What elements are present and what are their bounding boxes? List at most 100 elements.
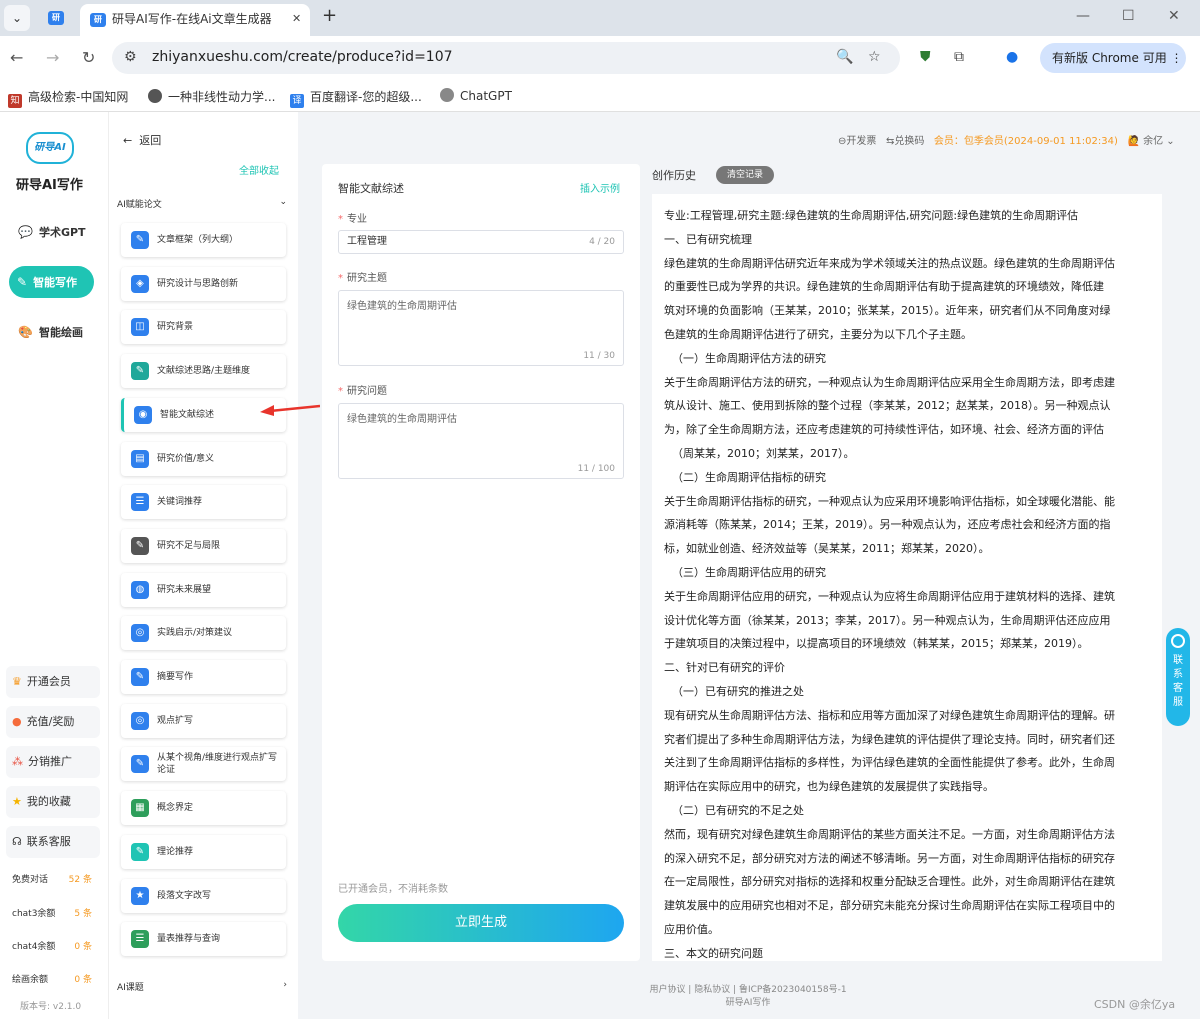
history-line: 为，除了全生命周期方法，还应考虑建筑的可持续性评估，如环境、社会、经济方面的评估 xyxy=(664,423,1104,437)
history-line: 筑从设计、施工、使用到拆除的整个过程（李某某，2012；赵某某，2018）。另一… xyxy=(664,399,1111,413)
back-icon[interactable]: ← xyxy=(10,48,23,67)
tool-card[interactable]: ◎ 实践启示/对策建议 xyxy=(121,616,286,651)
extensions-puzzle-icon[interactable]: ⧉ xyxy=(954,49,964,65)
bookmarks-bar: 知高级检索-中国知网 一种非线性动力学... 译百度翻译-您的超级... Cha… xyxy=(0,80,1200,112)
history-line: 一、已有研究梳理 xyxy=(664,232,752,246)
back-link[interactable]: ← 返回 xyxy=(123,132,161,148)
tool-icon: ☰ xyxy=(131,930,149,949)
tool-card[interactable]: ★ 段落文字改写 xyxy=(121,878,286,913)
service-label: 联系客服 xyxy=(1173,655,1183,708)
major-input[interactable]: 工程管理 4 / 20 xyxy=(338,230,624,254)
logo: 研导AI xyxy=(26,132,74,164)
group-ai-paper[interactable]: AI赋能论文 ⌄ xyxy=(117,197,287,210)
tool-label: 研究不足与局限 xyxy=(157,540,221,551)
chevron-right-icon: › xyxy=(283,980,287,990)
nav-smart-drawing[interactable]: 🎨 智能绘画 xyxy=(10,316,95,348)
tool-card[interactable]: ▤ 研究价值/意义 xyxy=(121,441,286,476)
footer: 用户协议 | 隐私协议 | 鲁ICP备2023040158号-1 研导AI写作 xyxy=(598,984,898,1010)
tool-icon: ✎ xyxy=(131,755,149,774)
footer-links[interactable]: 用户协议 | 隐私协议 | 鲁ICP备2023040158号-1 xyxy=(598,984,898,997)
tool-icon: ☰ xyxy=(131,493,149,512)
star-icon: ★ xyxy=(12,795,22,808)
history-line: 专业:工程管理,研究主题:绿色建筑的生命周期评估,研究问题:绿色建筑的生命周期评… xyxy=(664,209,1079,222)
window-close-icon[interactable]: ✕ xyxy=(1168,8,1180,24)
site-settings-icon[interactable]: ⚙ xyxy=(124,49,137,65)
tool-card[interactable]: ◈ 研究设计与思路创新 xyxy=(121,266,286,301)
affiliate-button[interactable]: ⁂ 分销推广 xyxy=(6,746,100,778)
maximize-icon[interactable]: ☐ xyxy=(1122,8,1135,24)
history-line: 二、针对已有研究的评价 xyxy=(664,661,785,675)
member-status: 会员：包季会员(2024-09-01 11:02:34) xyxy=(933,136,1118,147)
nav-academic-gpt[interactable]: 💬 学术GPT xyxy=(10,216,95,248)
chrome-update-button[interactable]: 有新版 Chrome 可用 ⋮ xyxy=(1040,43,1186,73)
tool-card[interactable]: ✎ 文章框架（列大纲） xyxy=(121,223,286,257)
open-membership-button[interactable]: ♛ 开通会员 xyxy=(6,666,100,698)
invoice-link[interactable]: ⊖开发票 xyxy=(838,136,876,147)
omnibox[interactable]: ⚙ zhiyanxueshu.com/create/produce?id=107… xyxy=(112,42,900,74)
tool-card[interactable]: ☰ 关键词推荐 xyxy=(121,485,286,520)
bookmark-chatgpt[interactable]: ChatGPT xyxy=(440,88,512,103)
new-tab-icon[interactable]: + xyxy=(322,5,337,26)
reload-icon[interactable]: ↻ xyxy=(82,48,95,67)
url-text[interactable]: zhiyanxueshu.com/create/produce?id=107 xyxy=(152,49,453,65)
profile-icon[interactable]: ● xyxy=(1006,49,1018,65)
tool-card[interactable]: ☰ 量表推荐与查询 xyxy=(121,922,286,957)
coin-icon: ● xyxy=(12,715,22,728)
tool-icon: ◍ xyxy=(131,580,149,599)
bookmark-paper[interactable]: 一种非线性动力学... xyxy=(148,88,275,105)
forward-icon[interactable]: → xyxy=(46,48,59,67)
tool-icon: ▤ xyxy=(131,449,149,468)
extension-shield-icon[interactable]: ⛊ xyxy=(920,49,931,65)
exchange-code-link[interactable]: ⇆兑换码 xyxy=(886,136,924,147)
contact-service-button[interactable]: ☊ 联系客服 xyxy=(6,826,100,858)
bookmark-cnki[interactable]: 知高级检索-中国知网 xyxy=(8,88,128,108)
tool-card[interactable]: ◫ 研究背景 xyxy=(121,310,286,345)
network-icon: ⁂ xyxy=(12,755,23,768)
tool-card[interactable]: ▦ 概念界定 xyxy=(121,791,286,826)
history-line: （三）生命周期评估应用的研究 xyxy=(672,565,826,579)
user-menu[interactable]: 🙋 余亿 ⌄ xyxy=(1127,136,1174,147)
tool-label: 理论推荐 xyxy=(157,846,194,857)
inactive-tab[interactable]: 研 xyxy=(40,6,70,30)
bookmark-baidu-translate[interactable]: 译百度翻译-您的超级... xyxy=(290,88,422,108)
crown-icon: ♛ xyxy=(12,675,22,688)
recharge-button[interactable]: ● 充值/奖励 xyxy=(6,706,100,738)
collapse-all-link[interactable]: 全部收起 xyxy=(239,162,279,177)
major-label: * 专业 xyxy=(338,214,367,225)
tool-icon: ✎ xyxy=(131,668,149,686)
tool-card[interactable]: ✎ 文献综述思路/主题维度 xyxy=(121,354,286,389)
history-line: 设计优化等方面（徐某某，2013；李某，2017）。另一种观点认为，生命周期评估… xyxy=(664,613,1111,627)
char-count: 4 / 20 xyxy=(589,237,615,247)
tool-card[interactable]: ✎ 从某个视角/维度进行观点扩写论证 xyxy=(121,747,286,782)
generate-button[interactable]: 立即生成 xyxy=(338,904,624,942)
tab-title: 研导AI写作-在线Ai文章生成器 xyxy=(112,12,272,26)
address-toolbar: ← → ↻ ⚙ zhiyanxueshu.com/create/produce?… xyxy=(0,36,1200,80)
favorites-button[interactable]: ★ 我的收藏 xyxy=(6,786,100,818)
tool-card[interactable]: ✎ 理论推荐 xyxy=(121,834,286,869)
topic-label: * 研究主题 xyxy=(338,273,387,284)
group-ai-topic[interactable]: AI课题 › xyxy=(117,980,287,993)
brand-name: 研导AI写作 xyxy=(16,178,83,193)
bookmark-star-icon[interactable]: ☆ xyxy=(868,49,881,65)
quota-value: 52 条 xyxy=(68,875,92,885)
tool-card[interactable]: ◎ 观点扩写 xyxy=(121,703,286,738)
topic-textarea[interactable]: 绿色建筑的生命周期评估 11 / 30 xyxy=(338,290,624,366)
floating-service-button[interactable]: 联系客服 xyxy=(1166,628,1190,726)
active-tab[interactable]: 研 研导AI写作-在线Ai文章生成器 xyxy=(80,4,310,36)
minimize-icon[interactable]: — xyxy=(1076,8,1090,24)
main-content: ⊖开发票 ⇆兑换码 会员：包季会员(2024-09-01 11:02:34) 🙋… xyxy=(298,112,1200,1019)
zoom-icon[interactable]: 🔍 xyxy=(836,49,853,65)
history-line: 色建筑的生命周期评估进行了研究，主要分为以下几个子主题。 xyxy=(664,327,972,341)
tool-icon: ◫ xyxy=(131,318,149,337)
tab-close-icon[interactable]: ✕ xyxy=(292,12,301,25)
tool-card[interactable]: ✎ 研究不足与局限 xyxy=(121,528,286,563)
tab-search-button[interactable]: ⌄ xyxy=(4,5,30,31)
history-line: 三、本文的研究问题 xyxy=(664,946,763,960)
tool-card[interactable]: ◍ 研究未来展望 xyxy=(121,572,286,607)
question-textarea[interactable]: 绿色建筑的生命周期评估 11 / 100 xyxy=(338,403,624,479)
tool-card[interactable]: ✎ 摘要写作 xyxy=(121,660,286,694)
clear-history-button[interactable]: 清空记录 xyxy=(716,166,774,184)
nav-smart-writing[interactable]: ✎ 智能写作 xyxy=(9,266,94,298)
history-line: （周某某，2010；刘某某，2017）。 xyxy=(672,446,855,460)
insert-example-link[interactable]: 插入示例 xyxy=(580,180,620,195)
